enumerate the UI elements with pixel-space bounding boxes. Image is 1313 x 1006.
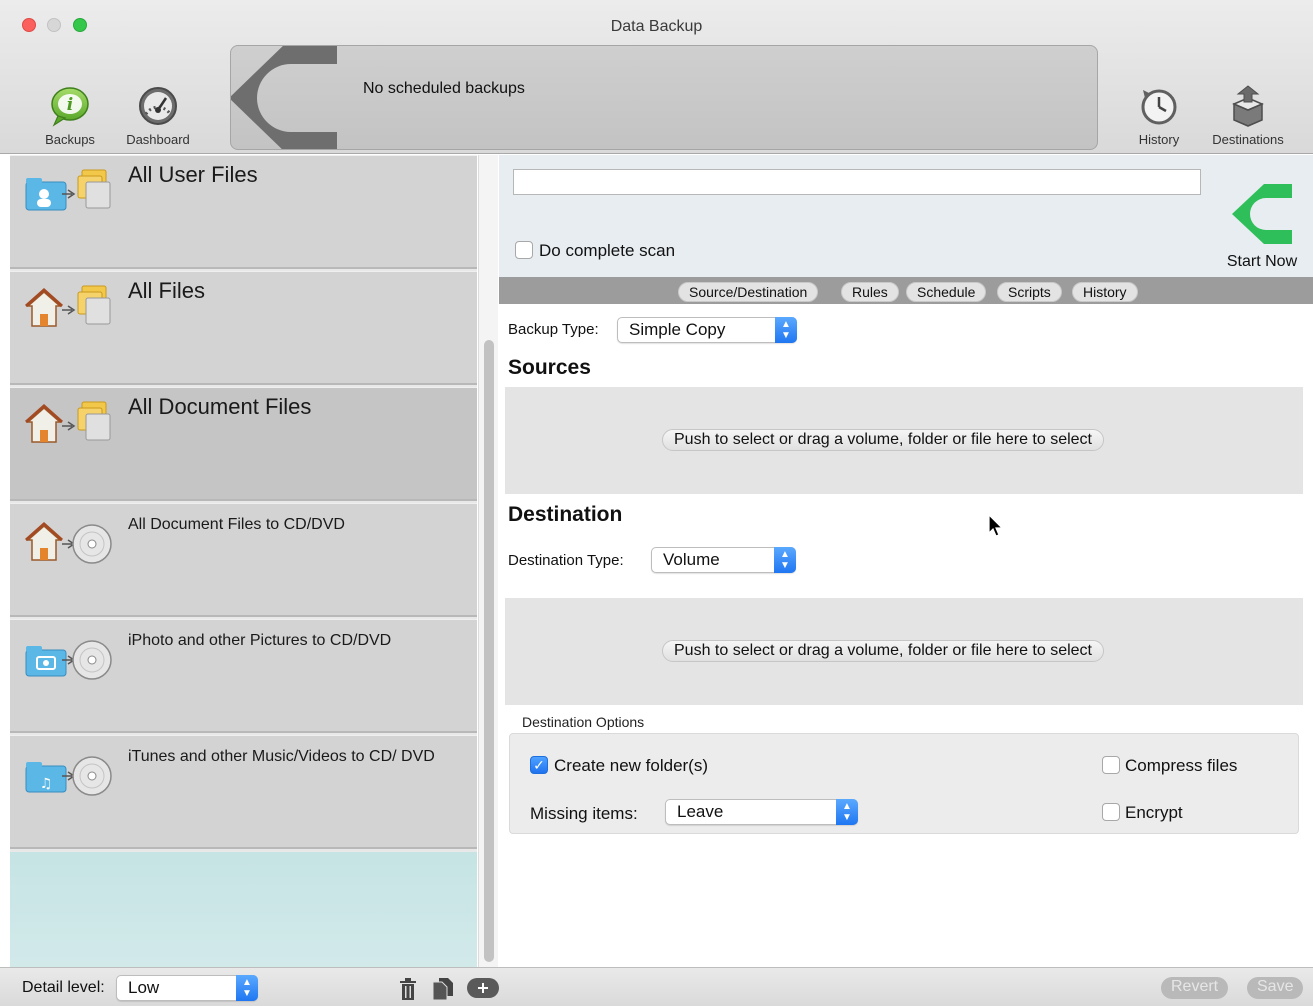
- history-toolbar-button[interactable]: History: [1119, 84, 1199, 147]
- backup-item-all-document-files[interactable]: All Document Files: [10, 387, 477, 501]
- bottom-bar: Detail level: Low ▲ ▼ Revert Save: [0, 967, 1313, 1006]
- detail-level-label: Detail level:: [22, 979, 105, 996]
- schedule-arrow-icon: [231, 46, 337, 149]
- tab-scripts[interactable]: Scripts: [997, 282, 1062, 302]
- backup-item-label: All User Files: [128, 162, 258, 187]
- box-arrow-icon: [1232, 85, 1264, 127]
- backup-item-label: iTunes and other Music/Videos to CD/ DVD: [128, 748, 435, 765]
- backup-name-input[interactable]: [513, 169, 1201, 195]
- missing-items-label: Missing items:: [530, 804, 638, 823]
- sources-select-button[interactable]: Push to select or drag a volume, folder …: [662, 429, 1104, 451]
- destination-type-label: Destination Type:: [508, 552, 624, 569]
- sources-title: Sources: [508, 356, 591, 379]
- detail-level-select[interactable]: Low ▲ ▼: [116, 975, 258, 1001]
- destination-type-select[interactable]: Volume ▲ ▼: [651, 547, 796, 573]
- info-bubble-icon: i: [51, 87, 89, 127]
- destination-select-button[interactable]: Push to select or drag a volume, folder …: [662, 640, 1104, 662]
- backup-item-all-files[interactable]: All Files: [10, 271, 477, 385]
- complete-scan-label: Do complete scan: [539, 241, 676, 260]
- encrypt-label: Encrypt: [1125, 803, 1183, 822]
- chevron-updown-icon: ▲ ▼: [775, 317, 797, 343]
- revert-button[interactable]: Revert: [1161, 977, 1229, 999]
- home-folder-icon: [25, 285, 111, 327]
- save-button[interactable]: Save: [1247, 977, 1304, 999]
- backup-item-documents-to-cd[interactable]: All Document Files to CD/DVD: [10, 503, 477, 617]
- clock-history-icon: [1141, 89, 1177, 125]
- create-folder-checkbox[interactable]: ✓: [530, 756, 548, 774]
- duplicate-document-icon[interactable]: [433, 978, 453, 1000]
- encrypt-checkbox[interactable]: [1102, 803, 1120, 821]
- music-disc-icon: ♫: [25, 756, 112, 796]
- dashboard-label: Dashboard: [126, 132, 190, 147]
- compress-files-label: Compress files: [1125, 756, 1238, 775]
- speedometer-icon: [139, 87, 177, 125]
- window-toolbar: Data Backup i Backups Dashboard No sched…: [0, 0, 1313, 154]
- complete-scan-checkbox[interactable]: [515, 241, 533, 259]
- backups-toolbar-button[interactable]: i Backups: [30, 84, 110, 147]
- start-arrow-icon: [1232, 184, 1292, 244]
- window-title: Data Backup: [610, 18, 703, 35]
- dashboard-toolbar-button[interactable]: Dashboard: [118, 84, 198, 147]
- compress-files-checkbox[interactable]: [1102, 756, 1120, 774]
- home-folder-icon: [25, 401, 111, 443]
- trash-icon[interactable]: [399, 978, 417, 1000]
- backup-list-scrollbar-thumb[interactable]: [484, 340, 494, 962]
- backup-item-pictures-to-cd[interactable]: iPhoto and other Pictures to CD/DVD: [10, 619, 477, 733]
- backup-item-label: All Document Files to CD/DVD: [128, 516, 345, 533]
- pictures-disc-icon: [25, 640, 112, 680]
- destination-type-value: Volume: [663, 550, 720, 569]
- schedule-status-panel: No scheduled backups: [230, 45, 1098, 150]
- tab-source-destination[interactable]: Source/Destination: [678, 282, 819, 302]
- backups-label: Backups: [45, 132, 95, 147]
- add-backup-icon[interactable]: [467, 978, 499, 998]
- destination-title: Destination: [508, 503, 623, 526]
- start-now-label: Start Now: [1226, 253, 1298, 270]
- chevron-updown-icon: ▲ ▼: [236, 975, 258, 1001]
- missing-items-value: Leave: [677, 802, 724, 821]
- missing-items-select[interactable]: Leave ▲ ▼: [665, 799, 858, 825]
- svg-text:♫: ♫: [40, 776, 53, 792]
- backup-list: All User Files All Files All Document Fi…: [10, 155, 477, 967]
- start-now-button[interactable]: Start Now: [1220, 184, 1304, 271]
- chevron-updown-icon: ▲ ▼: [774, 547, 796, 573]
- chevron-updown-icon: ▲ ▼: [836, 799, 858, 825]
- home-disc-icon: [25, 521, 112, 564]
- schedule-status-text: No scheduled backups: [363, 80, 525, 97]
- destinations-toolbar-button[interactable]: Destinations: [1208, 84, 1288, 147]
- tab-history[interactable]: History: [1072, 282, 1138, 302]
- detail-level-value: Low: [128, 978, 160, 997]
- backup-type-value: Simple Copy: [629, 320, 726, 339]
- history-label: History: [1138, 132, 1180, 147]
- user-folder-icon: [25, 169, 111, 211]
- destinations-label: Destinations: [1212, 132, 1284, 147]
- tab-rules[interactable]: Rules: [841, 282, 899, 302]
- backup-item-label: All Files: [128, 278, 206, 303]
- backup-item-label: iPhoto and other Pictures to CD/DVD: [128, 632, 392, 649]
- destination-options-title: Destination Options: [522, 714, 645, 730]
- backup-item-all-user-files[interactable]: All User Files: [10, 155, 477, 269]
- create-folder-label: Create new folder(s): [554, 756, 709, 775]
- mouse-pointer-icon: [988, 514, 1004, 537]
- backup-item-label: All Document Files: [128, 394, 312, 419]
- tab-schedule[interactable]: Schedule: [906, 282, 987, 302]
- backup-type-select[interactable]: Simple Copy ▲ ▼: [617, 317, 797, 343]
- backup-type-label: Backup Type:: [508, 321, 599, 338]
- backup-list-empty-area: [10, 852, 477, 967]
- svg-text:i: i: [67, 95, 73, 115]
- backup-item-music-to-cd[interactable]: ♫ iTunes and other Music/Videos to CD/ D…: [10, 735, 477, 849]
